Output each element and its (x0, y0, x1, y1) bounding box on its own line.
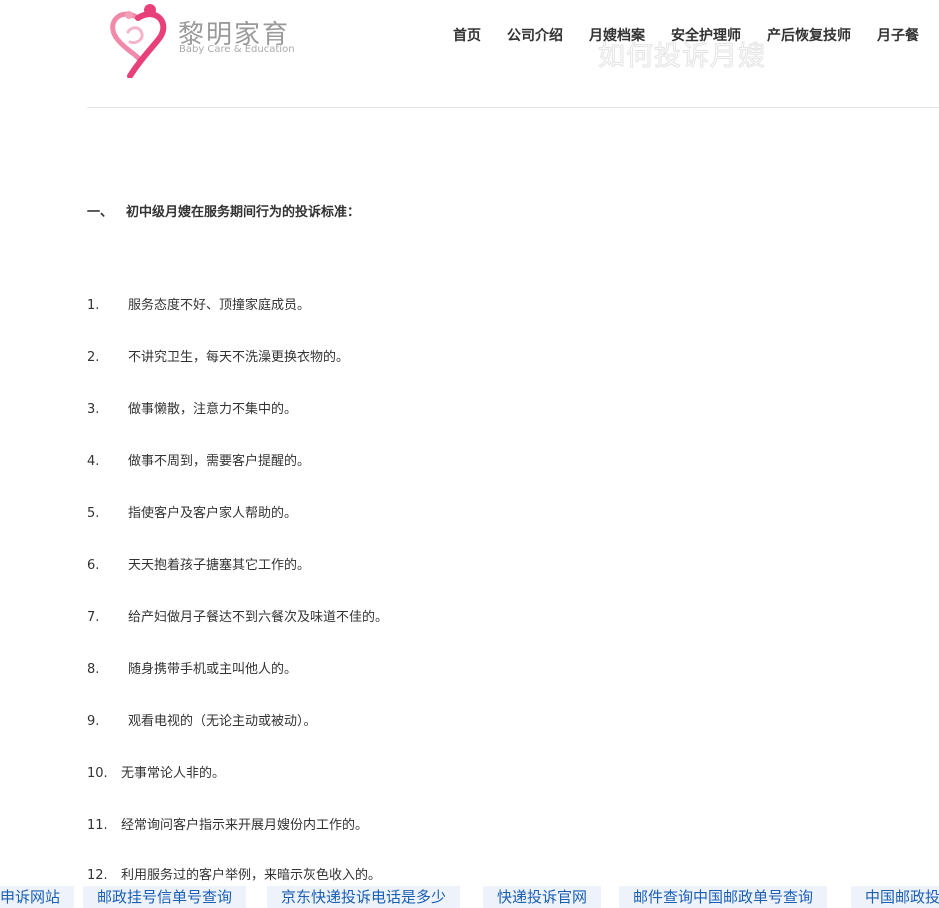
related-link[interactable]: 快递投诉官网 (483, 886, 602, 908)
list-item: 8. 随身携带手机或主叫他人的。 (87, 658, 297, 677)
item-number: 10. (87, 766, 108, 781)
section-title: 初中级月嫂在服务期间行为的投诉标准： (126, 205, 361, 220)
related-link[interactable]: 申诉网站 (0, 886, 75, 908)
item-number: 11. (87, 818, 108, 833)
nav-home[interactable]: 首页 (453, 25, 481, 45)
item-number: 4. (87, 454, 100, 469)
list-item: 2. 不讲究卫生，每天不洗澡更换衣物的。 (87, 346, 349, 365)
list-item: 9. 观看电视的（无论主动或被动）。 (87, 710, 317, 729)
list-item: 6. 天天抱着孩子搪塞其它工作的。 (87, 554, 310, 573)
list-item: 12. 利用服务过的客户举例，来暗示灰色收入的。 (87, 864, 381, 883)
related-link[interactable]: 京东快递投诉电话是多少 (267, 886, 461, 908)
item-number: 7. (87, 610, 100, 625)
nav-postpartum-technician[interactable]: 产后恢复技师 (767, 25, 851, 45)
list-item: 1. 服务态度不好、顶撞家庭成员。 (87, 294, 310, 313)
item-text: 服务态度不好、顶撞家庭成员。 (128, 298, 311, 313)
list-item: 5. 指使客户及客户家人帮助的。 (87, 502, 297, 521)
list-item: 7. 给产妇做月子餐达不到六餐次及味道不佳的。 (87, 606, 388, 625)
item-text: 做事懒散，注意力不集中的。 (128, 402, 298, 417)
section-heading: 一、 初中级月嫂在服务期间行为的投诉标准： (87, 201, 360, 220)
logo-text-en: Baby Care & Education (179, 44, 295, 55)
nav-confinement-meals[interactable]: 月子餐 (877, 25, 919, 45)
list-item: 11. 经常询问客户指示来开展月嫂份内工作的。 (87, 814, 368, 833)
section-number: 一、 (87, 205, 114, 220)
item-number: 12. (87, 868, 108, 883)
item-text: 不讲究卫生，每天不洗澡更换衣物的。 (128, 350, 350, 365)
item-number: 6. (87, 558, 100, 573)
item-text: 观看电视的（无论主动或被动）。 (128, 714, 317, 729)
related-link[interactable]: 邮政挂号信单号查询 (83, 886, 247, 908)
list-item: 3. 做事懒散，注意力不集中的。 (87, 398, 297, 417)
related-link[interactable]: 邮件查询中国邮政单号查询 (619, 886, 828, 908)
item-number: 8. (87, 662, 100, 677)
item-number: 9. (87, 714, 100, 729)
item-text: 天天抱着孩子搪塞其它工作的。 (128, 558, 311, 573)
item-number: 5. (87, 506, 100, 521)
item-text: 无事常论人非的。 (121, 766, 226, 781)
list-item: 4. 做事不周到，需要客户提醒的。 (87, 450, 310, 469)
item-text: 随身携带手机或主叫他人的。 (128, 662, 298, 677)
main-nav: 首页 公司介绍 月嫂档案 安全护理师 产后恢复技师 月子餐 (0, 25, 939, 45)
item-number: 1. (87, 298, 100, 313)
item-text: 给产妇做月子餐达不到六餐次及味道不佳的。 (128, 610, 389, 625)
related-links-bar: 申诉网站 邮政挂号信单号查询 京东快递投诉电话是多少 快递投诉官网 邮件查询中国… (0, 884, 939, 908)
related-link[interactable]: 中国邮政投 (851, 886, 939, 908)
nav-about[interactable]: 公司介绍 (507, 25, 563, 45)
list-item: 10. 无事常论人非的。 (87, 762, 225, 781)
item-number: 2. (87, 350, 100, 365)
item-text: 做事不周到，需要客户提醒的。 (128, 454, 311, 469)
page-title-watermark: 如何投诉月嫂 (598, 41, 766, 73)
item-text: 经常询问客户指示来开展月嫂份内工作的。 (121, 818, 369, 833)
item-number: 3. (87, 402, 100, 417)
item-text: 利用服务过的客户举例，来暗示灰色收入的。 (121, 868, 382, 883)
header-divider (87, 107, 939, 108)
item-text: 指使客户及客户家人帮助的。 (128, 506, 298, 521)
